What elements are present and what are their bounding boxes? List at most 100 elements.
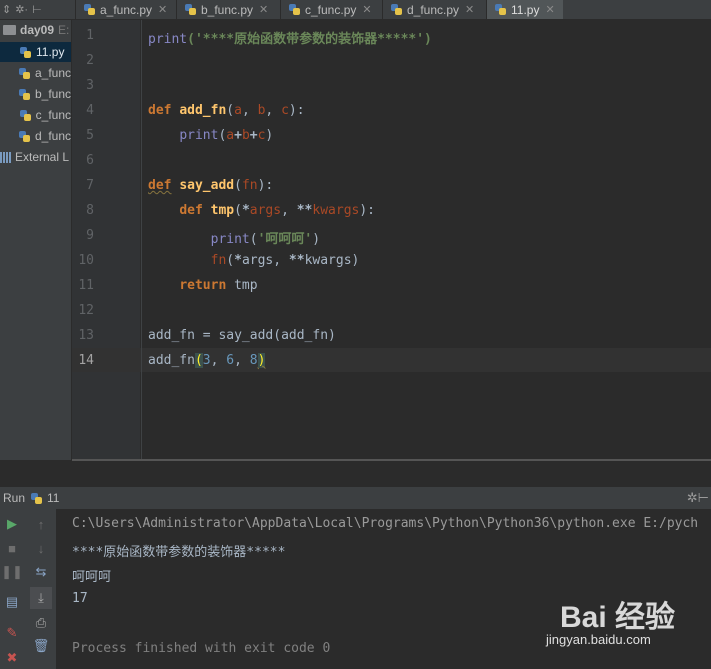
param: fn [210, 253, 227, 268]
tree-external-libraries[interactable]: External L [0, 147, 71, 167]
builtin-print: print [148, 32, 188, 47]
keyword-def: def [179, 203, 203, 218]
python-file-icon [31, 492, 43, 504]
tab-label: a_func.py [100, 2, 153, 17]
library-icon [0, 151, 12, 163]
function-name: tmp [210, 203, 235, 218]
code-line-13[interactable]: add_fn = say_add(add_fn) [148, 328, 336, 343]
close-icon[interactable]: ✖ [1, 647, 23, 669]
project-panel: day09 E: 11.py a_func b_func c_func d_fu… [0, 20, 72, 460]
tab-label: b_func.py [201, 2, 254, 17]
python-file-icon [84, 4, 95, 15]
project-root[interactable]: day09 E: [0, 20, 71, 40]
param: kwargs [312, 203, 360, 218]
line-number: 11 [78, 278, 94, 293]
tab-label: d_func.py [407, 2, 460, 17]
arg: args [241, 253, 274, 268]
tree-file-label: c_func [35, 108, 71, 122]
tree-file-b-func[interactable]: b_func [0, 84, 71, 104]
python-file-icon [19, 130, 30, 142]
arrow-down-icon[interactable]: ↓ [30, 537, 52, 559]
folder-icon [3, 25, 16, 35]
tab-c-func[interactable]: c_func.py ✕ [280, 0, 381, 19]
code-line-10[interactable]: fn(*args, **kwargs) [148, 253, 360, 268]
pin-icon[interactable]: ✎ [1, 622, 23, 644]
tab-a-func[interactable]: a_func.py ✕ [75, 0, 175, 19]
run-tool-header: Run 11 ✲⊢ [0, 487, 711, 509]
string-literal: '呵呵呵' [257, 232, 313, 247]
code-line-1[interactable]: print('****原始函数带参数的装饰器*****') [148, 28, 432, 47]
code-line-5[interactable]: print(a+b+c) [148, 128, 273, 143]
tree-file-label: a_func [34, 66, 71, 80]
python-file-icon [19, 88, 30, 100]
builtin-print: print [179, 128, 219, 143]
line-number: 7 [86, 178, 94, 193]
assign-target: add_fn [148, 328, 195, 343]
tree-file-d-func[interactable]: d_func [0, 126, 71, 146]
tab-label: c_func.py [305, 2, 357, 17]
python-file-icon [185, 4, 196, 15]
print-icon[interactable]: ⎙ [30, 612, 52, 634]
stop-icon[interactable]: ■ [1, 537, 23, 559]
close-icon[interactable]: ✕ [362, 3, 371, 16]
line-number: 10 [78, 253, 94, 268]
code-line-11[interactable]: return tmp [148, 278, 257, 293]
keyword-return: return [179, 278, 227, 293]
panel-gap [0, 461, 711, 487]
arg: add_fn [281, 328, 329, 343]
sync-icon[interactable]: ⇕ [2, 3, 11, 16]
close-icon[interactable]: ✕ [259, 3, 268, 16]
tab-d-func[interactable]: d_func.py ✕ [382, 0, 485, 19]
tree-file-11[interactable]: 11.py [0, 42, 71, 62]
param: c [281, 103, 289, 118]
tree-external-label: External L [15, 150, 70, 164]
run-config-name[interactable]: 11 [47, 491, 59, 505]
param: a [234, 103, 242, 118]
gear-icon[interactable]: ✲· [15, 3, 28, 16]
close-icon[interactable]: ✕ [545, 3, 554, 16]
python-file-icon [391, 4, 402, 15]
arrow-up-icon[interactable]: ↑ [30, 513, 52, 535]
close-icon[interactable]: ✕ [465, 3, 474, 16]
code-line-4[interactable]: def add_fn(a, b, c): [148, 103, 305, 118]
number-literal: 8 [249, 353, 258, 368]
keyword-def: def [148, 103, 172, 118]
gear-icon[interactable]: ✲⊢ [687, 490, 709, 506]
string-literal: ('****原始函数带参数的装饰器*****') [187, 32, 432, 47]
tab-11[interactable]: 11.py ✕ [486, 0, 563, 19]
run-title: Run [3, 491, 26, 505]
python-file-icon [19, 109, 31, 121]
console-command: C:\Users\Administrator\AppData\Local\Pro… [72, 516, 699, 531]
tree-file-c-func[interactable]: c_func [0, 105, 71, 125]
tree-file-label: 11.py [36, 45, 65, 59]
scroll-to-end-icon[interactable]: ⤓ [30, 587, 52, 609]
layout-icon[interactable]: ▤ [1, 591, 23, 613]
line-number: 9 [86, 228, 94, 243]
tab-label: 11.py [511, 2, 540, 17]
close-icon[interactable]: ✕ [158, 3, 167, 16]
python-file-icon [19, 67, 30, 79]
tab-b-func[interactable]: b_func.py ✕ [176, 0, 279, 19]
code-line-9[interactable]: print('呵呵呵') [148, 228, 320, 247]
project-root-path: E: [58, 23, 70, 37]
code-line-8[interactable]: def tmp(*args, **kwargs): [148, 203, 375, 218]
tree-file-a-func[interactable]: a_func [0, 63, 71, 83]
code-line-7[interactable]: def say_add(fn): [148, 178, 273, 193]
param: b [257, 103, 266, 118]
number-literal: 6 [226, 353, 235, 368]
rerun-icon[interactable]: ▶ [1, 513, 23, 535]
collapse-icon[interactable]: ⊢ [32, 3, 42, 16]
trash-icon[interactable]: 🗑 [30, 635, 52, 657]
line-number: 14 [78, 353, 94, 368]
line-number: 8 [86, 203, 94, 218]
gutter-separator [141, 20, 142, 460]
run-toolbar: ▶ ■ ❚❚ ▤ ✎ ✖ ↑ ↓ ⇆ ⤓ ⎙ 🗑 [0, 509, 56, 669]
editor-tab-bar: ⇕ ✲· ⊢ a_func.py ✕ b_func.py ✕ c_func.py… [0, 0, 711, 20]
line-number: 1 [86, 28, 94, 43]
console-exit-message: Process finished with exit code 0 [72, 641, 331, 656]
pause-icon[interactable]: ❚❚ [1, 561, 23, 583]
code-line-14[interactable]: add_fn(3, 6, 8) [148, 353, 266, 368]
line-number: 3 [86, 78, 94, 93]
python-file-icon [20, 46, 31, 58]
soft-wrap-icon[interactable]: ⇆ [30, 561, 52, 583]
